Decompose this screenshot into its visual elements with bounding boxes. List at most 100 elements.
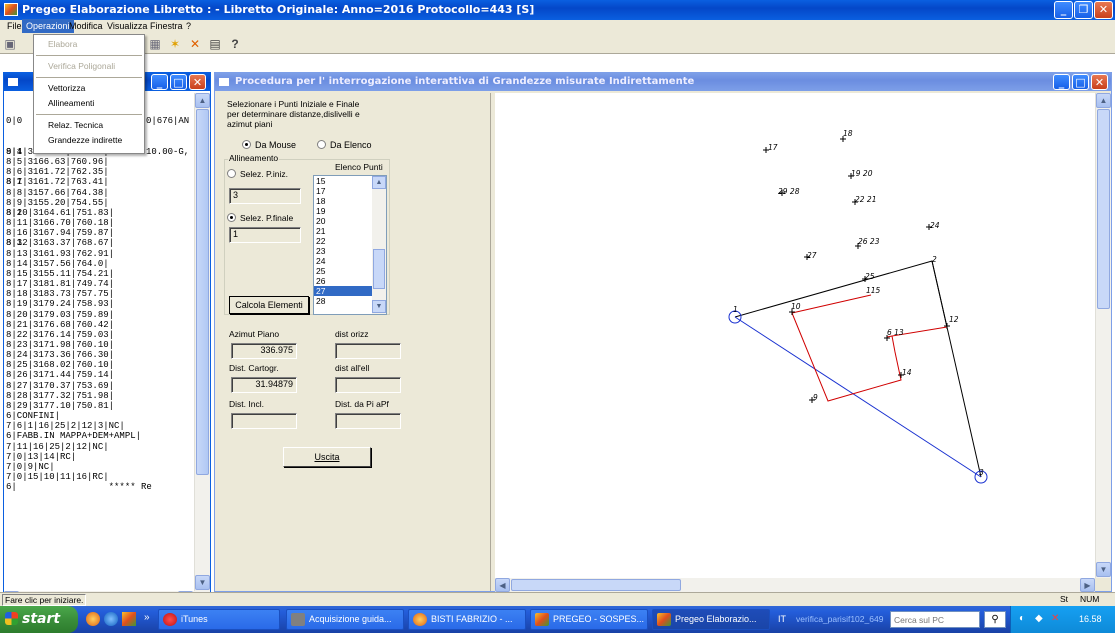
procedura-window: Procedura per l' interrogazione interatt… (214, 72, 1112, 592)
radio-sel-finale[interactable]: Selez. P.finale (227, 213, 293, 223)
point-label-22-21: 22 21 (855, 195, 877, 204)
sel-iniz-field[interactable]: 3 (229, 188, 301, 204)
point-label-24: 24 (930, 221, 940, 230)
dist-orizz-field[interactable] (335, 343, 401, 359)
procedura-title: Procedura per l' interrogazione interatt… (235, 76, 695, 87)
libretto-line: 8|19|3179.24|758.93| (6, 299, 115, 310)
uscita-button[interactable]: Uscita (283, 447, 371, 467)
language-indicator[interactable]: IT (778, 614, 786, 624)
plot-scroll-up[interactable]: ▲ (1096, 93, 1111, 108)
libretto-line: 8|6|3161.72|762.35| (6, 167, 109, 178)
libretto-line: 8|23|3171.98|760.10| (6, 339, 115, 350)
close-button[interactable]: ✕ (1094, 1, 1113, 19)
grid-icon[interactable]: ▦ (148, 37, 162, 51)
elenco-scrollbar[interactable]: ▲ ▼ (372, 176, 386, 314)
task-bisti[interactable]: BISTI FABRIZIO - ... (408, 609, 526, 630)
quicklaunch-app-icon[interactable] (122, 612, 136, 626)
menu-separator (36, 55, 142, 56)
azimut-field[interactable]: 336.975 (231, 343, 297, 359)
task-itunes[interactable]: iTunes (158, 609, 280, 630)
plot-scroll-thumb[interactable] (1097, 109, 1110, 309)
tray-volume-icon[interactable]: ◆ (1035, 613, 1043, 624)
libretto-partial-right: 0|676|AN 10.00-G, (146, 116, 190, 157)
procedura-close-button[interactable]: ✕ (1091, 74, 1108, 90)
procedura-maximize-button[interactable]: □ (1072, 74, 1089, 90)
quicklaunch-expand-icon[interactable]: » (144, 612, 150, 623)
quicklaunch-ie-icon[interactable] (104, 612, 118, 626)
operazioni-dropdown: Elabora Verifica Poligonali Vettorizza A… (33, 34, 145, 154)
dist-cartogr-field[interactable]: 31.94879 (231, 377, 297, 393)
libretto-close-button[interactable]: ✕ (189, 74, 206, 90)
libretto-minimize-button[interactable]: _ (151, 74, 168, 90)
menu-separator (36, 114, 142, 115)
menu-help[interactable]: ? (182, 19, 195, 33)
search-icon[interactable]: ⚲ (984, 611, 1006, 628)
libretto-maximize-button[interactable]: □ (170, 74, 187, 90)
dist-pi-pf-field[interactable] (335, 413, 401, 429)
clock[interactable]: 16.58 (1079, 614, 1102, 624)
plot-hscroll-thumb[interactable] (511, 579, 681, 591)
dist-incl-field[interactable] (231, 413, 297, 429)
plot-scroll-right[interactable]: ▶ (1080, 578, 1095, 592)
libretto-text-area[interactable]: 0|0 9|1 8|1 8|2 8|3 0|676|AN 10.00-G, 8|… (6, 93, 194, 591)
libretto-line: 8|28|3177.32|751.98| (6, 390, 115, 401)
point-label-2: 2 (932, 255, 937, 264)
procedura-minimize-button[interactable]: _ (1053, 74, 1070, 90)
start-button[interactable]: start (0, 606, 78, 633)
sel-finale-field[interactable]: 1 (229, 227, 301, 243)
elenco-scroll-down[interactable]: ▼ (372, 300, 386, 313)
elenco-scroll-up[interactable]: ▲ (372, 176, 386, 189)
plot-scroll-down[interactable]: ▼ (1096, 562, 1111, 577)
window-title: Pregeo Elaborazione Libretto : - Librett… (22, 3, 535, 16)
libretto-line: 8|7|3161.72|763.41| (6, 177, 109, 188)
menu-finestra[interactable]: Finestra (146, 19, 187, 33)
menu-modifica[interactable]: Modifica (65, 19, 107, 33)
elenco-scroll-thumb[interactable] (373, 249, 385, 289)
libretto-line: 8|12|3163.37|768.67| (6, 238, 115, 249)
scroll-thumb[interactable] (196, 109, 209, 475)
libretto-line: 8|14|3157.56|764.0| (6, 258, 109, 269)
radio-sel-iniz[interactable]: Selez. P.iniz. (227, 169, 288, 179)
plot-horizontal-scrollbar[interactable]: ◀ ▶ (495, 578, 1095, 592)
task-pregeo-elaborazione[interactable]: Pregeo Elaborazio... (652, 609, 770, 630)
point-label-115: 115 (866, 286, 881, 295)
save-icon[interactable]: ▣ (3, 37, 17, 51)
libretto-line: 7|6|1|16|25|2|12|3|NC| (6, 421, 125, 432)
star-tool-icon[interactable]: ✶ (168, 37, 182, 51)
radio-da-mouse[interactable]: Da Mouse (242, 140, 296, 150)
task-pregeo-sospes[interactable]: PREGEO - SOSPES... (530, 609, 648, 630)
scroll-down-arrow[interactable]: ▼ (195, 575, 210, 590)
menu-bar: File Operazioni Modifica Visualizza Fine… (0, 19, 1115, 34)
quicklaunch-browser-icon[interactable] (86, 612, 100, 626)
plot-canvas[interactable]: 18 17 19 20 29 28 22 21 24 26 23 27 25 2… (495, 93, 1095, 578)
point-label-1: 1 (733, 305, 738, 314)
plot-scroll-left[interactable]: ◀ (495, 578, 510, 592)
point-label-18: 18 (843, 129, 853, 138)
maximize-button[interactable]: ❐ (1074, 1, 1093, 19)
libretto-line: 8|15|3155.11|754.21| (6, 268, 115, 279)
task-acquisizione[interactable]: Acquisizione guida... (286, 609, 404, 630)
plot-vertical-scrollbar[interactable]: ▲ ▼ (1095, 93, 1111, 578)
scroll-up-arrow[interactable]: ▲ (195, 93, 210, 108)
menu-item-allineamenti[interactable]: Allineamenti (34, 96, 144, 111)
cross-tool-icon[interactable]: ✕ (188, 37, 202, 51)
tray-network-icon[interactable]: ◐ (1019, 613, 1025, 624)
point-label-27: 27 (807, 251, 817, 260)
calcola-elementi-button[interactable]: Calcola Elementi (229, 296, 309, 314)
point-label-3: 3 (979, 468, 984, 477)
libretto-line: 8|17|3181.81|749.74| (6, 279, 115, 290)
dist-all-ell-field[interactable] (335, 377, 401, 393)
radio-da-elenco[interactable]: Da Elenco (317, 140, 372, 150)
tray-security-icon[interactable]: ✕ (1051, 613, 1059, 624)
menu-item-grandezze-indirette[interactable]: Grandezze indirette (34, 133, 144, 148)
minimize-button[interactable]: _ (1054, 1, 1073, 19)
calculator-icon[interactable]: ▤ (208, 37, 222, 51)
libretto-vertical-scrollbar[interactable]: ▲ ▼ (194, 93, 210, 591)
search-input[interactable] (890, 611, 980, 628)
help-icon[interactable]: ? (228, 37, 242, 51)
libretto-line: 6|FABB.IN MAPPA+DEM+AMPL| (6, 431, 142, 442)
menu-visualizza[interactable]: Visualizza (103, 19, 151, 33)
selected-alignment-blue-line (734, 316, 982, 478)
menu-item-relaz-tecnica[interactable]: Relaz. Tecnica (34, 118, 144, 133)
menu-item-vettorizza[interactable]: Vettorizza (34, 81, 144, 96)
